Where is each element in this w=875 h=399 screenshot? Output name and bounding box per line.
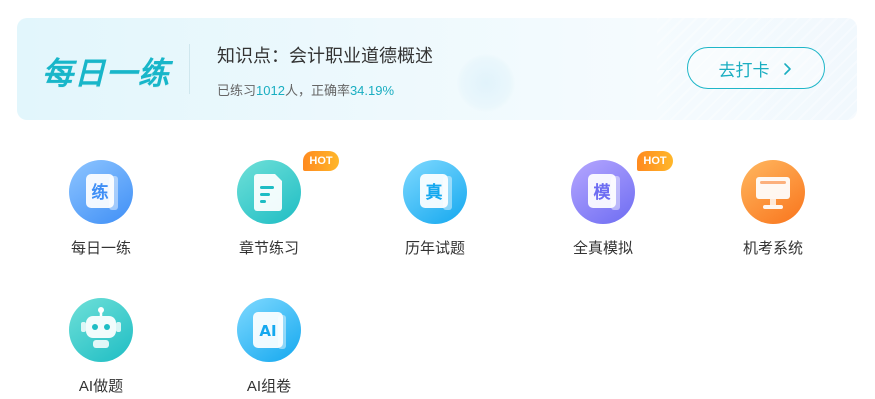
feature-chapter-practice[interactable]: HOT 章节练习 bbox=[209, 151, 339, 258]
checkin-button-label: 去打卡 bbox=[718, 60, 770, 80]
feature-label: 全真模拟 bbox=[572, 240, 633, 257]
feature-computer-exam[interactable]: 机考系统 bbox=[713, 160, 833, 258]
chevron-right-icon bbox=[780, 61, 794, 75]
hot-badge: HOT bbox=[637, 151, 673, 171]
feature-label: AI组卷 bbox=[246, 378, 292, 395]
feature-label: 机考系统 bbox=[742, 240, 803, 257]
daily-practice-title: 每日一练 bbox=[42, 56, 170, 91]
banner-divider bbox=[189, 44, 190, 94]
svg-text:练: 练 bbox=[92, 182, 109, 203]
feature-ai-practice[interactable]: AI做题 bbox=[41, 298, 161, 396]
daily-practice-icon: 练 bbox=[69, 160, 133, 224]
feature-past-exams[interactable]: 真 历年试题 bbox=[375, 160, 495, 258]
mock-exam-icon: 模 bbox=[571, 160, 635, 224]
svg-text:模: 模 bbox=[594, 182, 612, 203]
computer-exam-icon bbox=[741, 160, 805, 224]
practiced-suffix: 人，正确率 bbox=[284, 83, 350, 98]
feature-mock-exam[interactable]: 模 HOT 全真模拟 bbox=[543, 151, 673, 258]
feature-daily-practice[interactable]: 练 每日一练 bbox=[41, 160, 161, 258]
ai-paper-icon: AI bbox=[237, 298, 301, 362]
daily-practice-banner: 每日一练 知识点：会计职业道德概述 已练习1012人，正确率34.19% 去打卡 bbox=[17, 18, 857, 120]
svg-text:真: 真 bbox=[426, 182, 443, 203]
practice-stats: 已练习1012人，正确率34.19% bbox=[217, 80, 394, 99]
practiced-count: 1012 bbox=[256, 83, 285, 98]
feature-ai-paper[interactable]: AI AI组卷 bbox=[209, 298, 329, 396]
practiced-prefix: 已练习 bbox=[217, 83, 257, 98]
feature-label: 每日一练 bbox=[70, 240, 131, 257]
feature-label: 章节练习 bbox=[238, 240, 299, 257]
svg-text:AI: AI bbox=[259, 322, 276, 340]
feature-label: 历年试题 bbox=[404, 240, 465, 257]
ai-robot-icon bbox=[69, 298, 133, 362]
feature-label: AI做题 bbox=[78, 378, 124, 395]
hot-badge: HOT bbox=[303, 151, 339, 171]
past-exam-icon: 真 bbox=[403, 160, 467, 224]
knowledge-point: 知识点：会计职业道德概述 bbox=[217, 46, 433, 66]
banner-decoration-circle bbox=[457, 54, 515, 112]
accuracy-rate: 34.19% bbox=[349, 83, 395, 98]
chapter-document-icon bbox=[237, 160, 301, 224]
checkin-button[interactable]: 去打卡 bbox=[687, 47, 825, 89]
